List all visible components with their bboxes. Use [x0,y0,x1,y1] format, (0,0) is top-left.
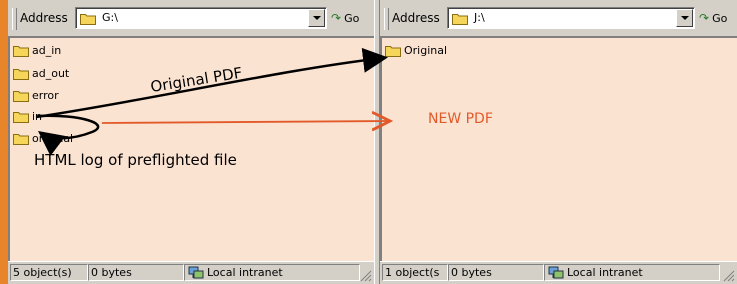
go-button[interactable]: ↷ Go [699,11,727,25]
folder-icon [452,14,468,25]
resize-grip-icon[interactable] [360,270,372,282]
go-arrow-icon: ↷ [331,11,342,25]
go-arrow-icon: ↷ [699,11,710,25]
folder-icon [13,91,29,102]
annotation-html-log: HTML log of preflighted file [34,151,237,169]
folder-icon [13,46,29,57]
address-label: Address [392,11,440,25]
go-button[interactable]: ↷ Go [331,11,359,25]
folder-label: ad_out [32,67,70,80]
annotation-new-pdf: NEW PDF [428,111,493,127]
local-intranet-icon [548,266,564,279]
folder-label: error [32,89,59,102]
folder-icon [13,112,29,123]
folder-label: ad_in [32,44,62,57]
folder-icon [13,69,29,80]
status-bar: 1 object(s 0 bytes Local intranet [380,261,737,284]
local-intranet-icon [188,266,204,279]
dropdown-icon[interactable] [676,9,693,27]
zone-label: Local intranet [207,266,283,279]
status-zone: Local intranet [184,264,360,281]
folder-label: original [32,132,74,145]
address-label: Address [20,11,68,25]
status-bar: 5 object(s) 0 bytes Local intranet [8,261,374,284]
explorer-pane-left: Address G:\ ↷ Go ad_in ad_out error in or… [8,0,374,284]
status-object-count: 5 object(s) [10,264,88,281]
zone-label: Local intranet [567,266,643,279]
address-bar: Address J:\ ↷ Go [380,0,737,37]
address-input[interactable]: J:\ [447,7,695,29]
resize-grip-icon[interactable] [723,270,735,282]
address-input[interactable]: G:\ [75,7,327,29]
folder-icon [13,134,29,145]
toolbar-grip[interactable] [384,8,389,30]
folder-label: in [32,110,43,123]
address-value: J:\ [474,11,485,24]
address-value: G:\ [102,11,118,24]
folder-icon [385,46,401,57]
status-size: 0 bytes [448,264,544,281]
toolbar-grip[interactable] [12,8,17,30]
explorer-pane-right: Address J:\ ↷ Go Original 1 object(s 0 by… [380,0,737,284]
folder-label: Original [404,44,448,57]
status-object-count: 1 object(s [382,264,448,281]
go-label: Go [344,12,360,25]
address-bar: Address G:\ ↷ Go [8,0,374,37]
file-list[interactable]: Original [380,37,737,262]
status-size: 0 bytes [88,264,184,281]
folder-icon [80,14,96,25]
dropdown-icon[interactable] [308,9,325,27]
go-label: Go [712,12,728,25]
status-zone: Local intranet [544,264,720,281]
